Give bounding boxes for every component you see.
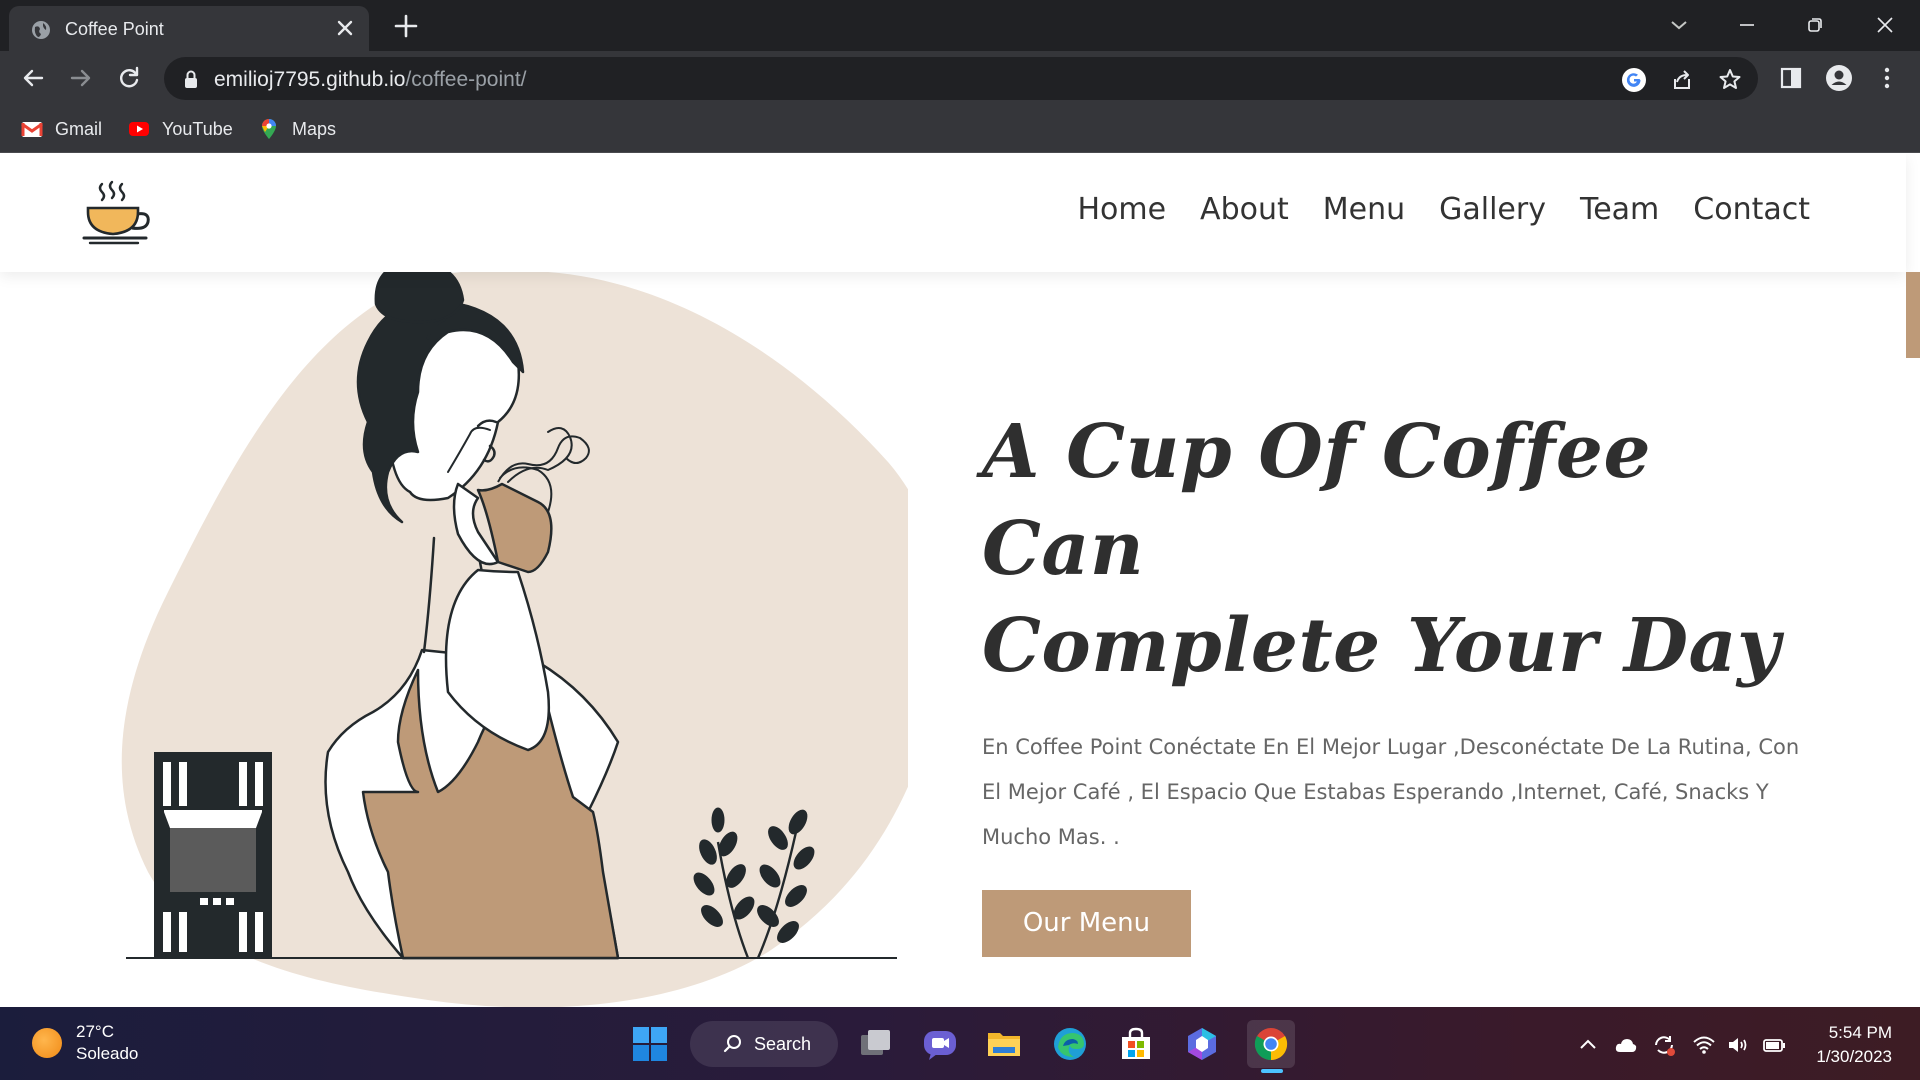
- page-viewport: Home About Menu Gallery Team Contact A C…: [0, 154, 1920, 1007]
- bookmark-maps[interactable]: Maps: [258, 116, 336, 142]
- windows-logo-icon: [633, 1027, 667, 1061]
- tab-search-chevron-icon[interactable]: [1664, 10, 1694, 40]
- close-tab-icon[interactable]: [333, 16, 357, 40]
- url-path: /coffee-point/: [405, 68, 527, 91]
- page-scrollbar-thumb[interactable]: [1906, 272, 1920, 358]
- browser-tab-bar: Coffee Point: [0, 0, 1920, 51]
- folder-icon: [988, 1033, 1020, 1056]
- onedrive-cloud-icon[interactable]: [1614, 1033, 1638, 1057]
- clock-time: 5:54 PM: [1828, 1023, 1892, 1042]
- hero-content: A Cup Of Coffee Can Complete Your Day En…: [982, 404, 1802, 957]
- minimize-icon[interactable]: [1732, 10, 1762, 40]
- gmail-icon: [21, 122, 43, 137]
- nav-about[interactable]: About: [1200, 192, 1289, 227]
- side-panel-icon[interactable]: [1777, 64, 1805, 92]
- teams-chat-app[interactable]: [916, 1020, 964, 1068]
- hexagon-app-icon: [1188, 1028, 1216, 1060]
- wifi-icon[interactable]: [1692, 1033, 1716, 1057]
- bookmark-label: Gmail: [55, 118, 103, 139]
- coffee-machine: [154, 752, 272, 958]
- taskbar-search[interactable]: Search: [690, 1021, 838, 1067]
- windows-taskbar: 27°C Soleado Search 5:54 PM 1/30/2023: [0, 1007, 1920, 1080]
- start-button[interactable]: [626, 1020, 674, 1068]
- bookmark-youtube[interactable]: YouTube: [128, 116, 233, 142]
- search-label: Search: [754, 1033, 812, 1054]
- task-view-icon: [861, 1030, 890, 1055]
- bookmarks-bar: Gmail YouTube Maps: [0, 106, 1920, 153]
- sync-icon[interactable]: [1652, 1033, 1676, 1057]
- tab-coffee-point[interactable]: Coffee Point: [9, 6, 369, 51]
- bookmark-star-icon[interactable]: [1717, 67, 1743, 93]
- url-host: emilioj7795.github.io: [214, 68, 406, 91]
- back-arrow-icon[interactable]: [18, 63, 48, 93]
- address-bar[interactable]: emilioj7795.github.io/coffee-point/: [164, 57, 1758, 100]
- task-view-button[interactable]: [852, 1020, 900, 1068]
- close-window-icon[interactable]: [1870, 10, 1900, 40]
- nav-gallery[interactable]: Gallery: [1439, 192, 1546, 227]
- clock-date: 1/30/2023: [1816, 1047, 1892, 1066]
- system-clock[interactable]: 5:54 PM 1/30/2023: [1816, 1021, 1892, 1069]
- restore-icon[interactable]: [1800, 10, 1830, 40]
- nav-home[interactable]: Home: [1077, 192, 1166, 227]
- bookmark-gmail[interactable]: Gmail: [21, 116, 102, 142]
- reload-icon[interactable]: [114, 63, 144, 93]
- coffee-cup-logo-icon[interactable]: [80, 176, 154, 248]
- maps-icon: [262, 119, 276, 139]
- sun-icon: [32, 1028, 62, 1058]
- woman-drinking-coffee-illustration: [121, 272, 908, 1007]
- hero-description: En Coffee Point Conéctate En El Mejor Lu…: [982, 735, 1800, 849]
- bookmark-label: YouTube: [162, 118, 233, 139]
- file-explorer-app[interactable]: [980, 1020, 1028, 1068]
- nav-team[interactable]: Team: [1580, 192, 1659, 227]
- nav-menu[interactable]: Menu: [1323, 192, 1405, 227]
- edge-app[interactable]: [1046, 1020, 1094, 1068]
- weather-temp: 27°C: [76, 1022, 114, 1041]
- profile-avatar-icon[interactable]: [1825, 64, 1853, 92]
- our-menu-button[interactable]: Our Menu: [982, 890, 1191, 957]
- lock-icon[interactable]: [182, 69, 200, 89]
- youtube-icon: [129, 122, 149, 136]
- bookmark-label: Maps: [292, 118, 337, 139]
- chrome-active-indicator: [1261, 1069, 1283, 1073]
- battery-icon[interactable]: [1762, 1033, 1786, 1057]
- main-nav: Home About Menu Gallery Team Contact: [1077, 192, 1810, 227]
- search-icon: [723, 1035, 741, 1053]
- chevron-up-icon[interactable]: [1576, 1033, 1600, 1057]
- weather-desc: Soleado: [76, 1044, 139, 1063]
- browser-toolbar: emilioj7795.github.io/coffee-point/: [0, 51, 1920, 106]
- copilot-app[interactable]: [1178, 1020, 1226, 1068]
- weather-widget[interactable]: 27°C Soleado: [32, 1021, 138, 1065]
- share-icon[interactable]: [1669, 67, 1695, 93]
- microsoft-store-app[interactable]: [1112, 1020, 1160, 1068]
- nav-contact[interactable]: Contact: [1693, 192, 1810, 227]
- hero-title-line2: Complete Your Day: [982, 603, 1781, 689]
- browser-menu-icon[interactable]: [1873, 64, 1901, 92]
- hero-title-line1: A Cup Of Coffee Can: [982, 409, 1652, 592]
- store-icon: [1122, 1027, 1150, 1059]
- hero-title: A Cup Of Coffee Can Complete Your Day: [982, 404, 1802, 695]
- globe-icon: [32, 21, 50, 39]
- chat-icon: [924, 1031, 956, 1060]
- site-header: Home About Menu Gallery Team Contact: [0, 154, 1906, 272]
- url-text[interactable]: emilioj7795.github.io/coffee-point/: [214, 68, 527, 92]
- volume-icon[interactable]: [1726, 1033, 1750, 1057]
- chrome-app[interactable]: [1247, 1020, 1295, 1068]
- google-lens-icon[interactable]: [1621, 67, 1647, 93]
- edge-icon: [1054, 1028, 1086, 1060]
- forward-arrow-icon[interactable]: [66, 63, 96, 93]
- new-tab-icon[interactable]: [392, 12, 420, 40]
- chrome-icon: [1254, 1028, 1288, 1061]
- tab-title: Coffee Point: [65, 19, 164, 39]
